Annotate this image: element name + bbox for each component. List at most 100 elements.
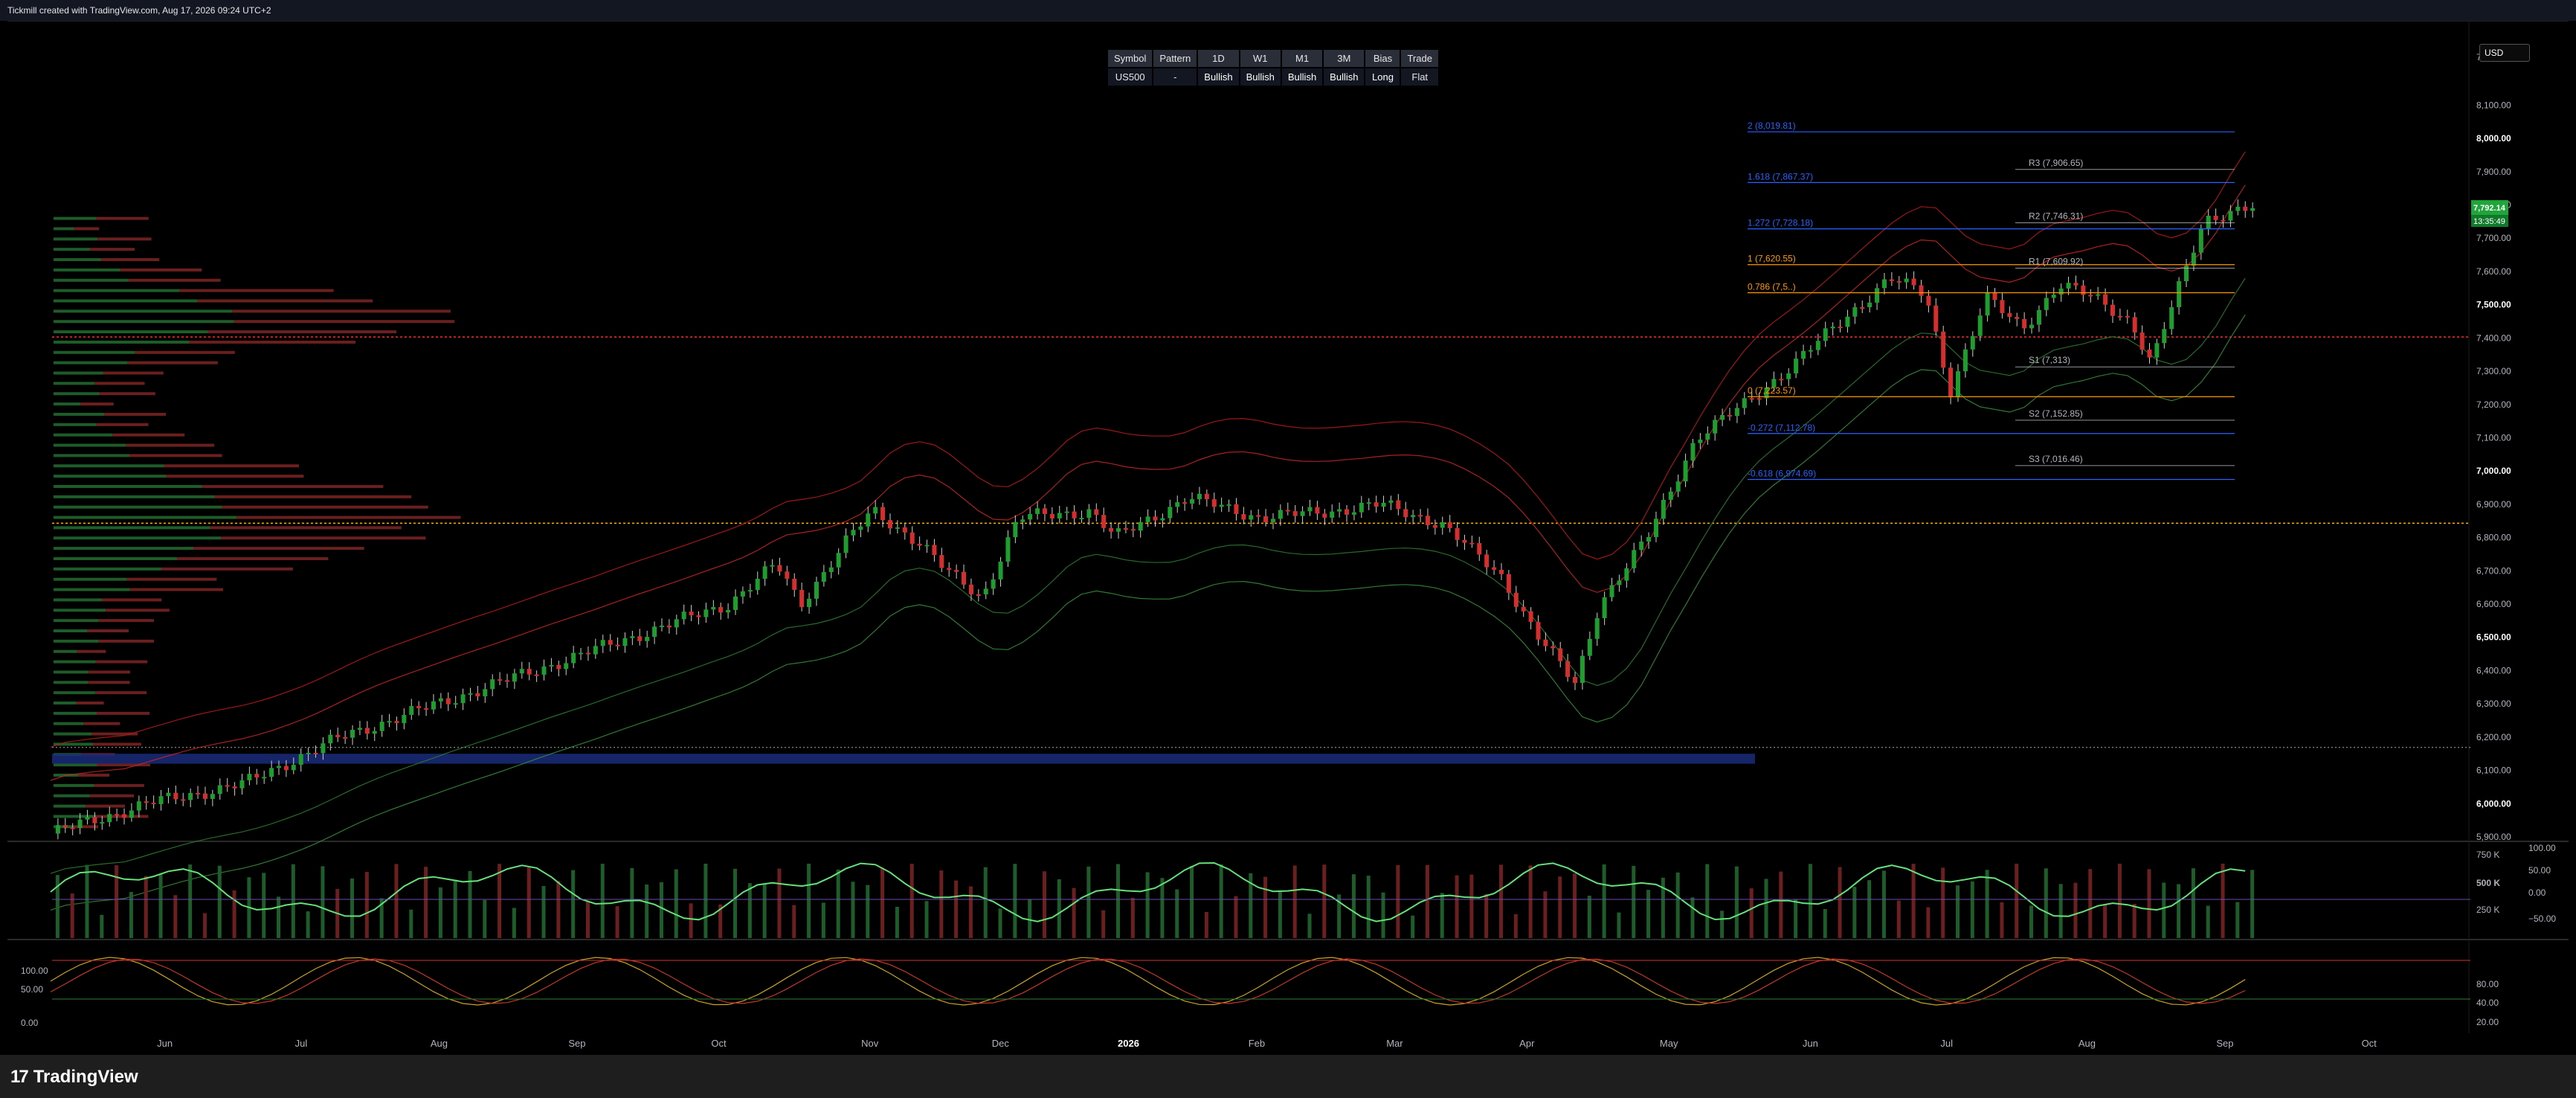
stoch-d-line: [50, 958, 2246, 1004]
volume-profile-bar-down: [103, 412, 167, 416]
candle-bull: [1690, 443, 1696, 461]
volume-bar: [202, 913, 207, 938]
volume-profile-bar-down: [93, 742, 141, 746]
volume-profile-bar-down: [236, 516, 461, 519]
candle-bear: [917, 543, 922, 546]
candle-bear: [1528, 611, 1533, 623]
tradingview-logo[interactable]: 17 TradingView: [10, 1067, 138, 1088]
price-axis-tick: 7,600.00: [2476, 266, 2511, 277]
candle-bull: [1086, 509, 1092, 518]
chart-frame[interactable]: 8,100.008,000.007,900.007,800.007,700.00…: [7, 21, 2569, 1056]
candle-bear: [1322, 513, 1327, 518]
volume-profile-bar-up: [54, 619, 99, 623]
stoch-left-tick: 0.00: [21, 1018, 39, 1028]
volume-profile-bar-down: [99, 392, 155, 396]
stoch-right-tick: 20.00: [2476, 1017, 2499, 1027]
candle-bull: [1168, 507, 1173, 518]
fib-level-label: 1.618 (7,867.37): [1748, 171, 1813, 182]
volume-bar: [2103, 904, 2108, 938]
candle-bear: [785, 571, 790, 579]
candle-bull: [1197, 493, 1202, 500]
volume-bar: [2058, 884, 2063, 938]
candle-bear: [968, 584, 973, 594]
volume-bar: [217, 865, 222, 938]
volume-bar: [1675, 872, 1680, 938]
volume-bar: [1632, 865, 1636, 938]
candle-bear: [498, 679, 503, 681]
price-axis-tick: 8,100.00: [2476, 100, 2511, 110]
candle-bull: [298, 754, 303, 765]
volume-bar: [321, 866, 325, 938]
volume-bar: [1602, 864, 1606, 938]
volume-bar: [527, 867, 531, 938]
pivot-label: S3 (7,016.46): [2029, 454, 2083, 464]
volume-profile-bar-up: [54, 268, 120, 272]
volume-bar: [571, 870, 576, 938]
volume-profile-bar-up: [54, 536, 222, 540]
candle-bull: [1970, 336, 1975, 350]
candle-bear: [70, 827, 75, 829]
volume-profile-bar-down: [189, 340, 355, 344]
signal-header-m1: M1: [1281, 50, 1323, 67]
candle-bear: [62, 825, 68, 828]
volume-bar: [2044, 868, 2048, 938]
volume-bar: [2073, 882, 2078, 938]
volume-bar: [2000, 902, 2004, 938]
volume-profile-bar-up: [54, 299, 198, 303]
chart-canvas[interactable]: 8,100.008,000.007,900.007,800.007,700.00…: [7, 22, 2569, 1056]
volume-bar: [998, 908, 1002, 938]
candle-bear: [1285, 510, 1290, 512]
currency-selector[interactable]: USD: [2479, 44, 2530, 62]
candle-bull: [1079, 518, 1084, 520]
time-axis-label: Aug: [431, 1038, 448, 1049]
price-axis-tick: 6,000.00: [2476, 798, 2511, 809]
candle-bull: [129, 810, 134, 818]
volume-panel-right-tick: 0.00: [2528, 887, 2546, 898]
candle-bull: [1830, 327, 1835, 329]
candle-bull: [821, 572, 826, 582]
candle-bear: [2103, 294, 2108, 305]
volume-bar: [2235, 902, 2240, 938]
time-axis-label: 2026: [1118, 1038, 1139, 1049]
volume-bar: [674, 869, 678, 938]
lower-band-outer: [50, 314, 2246, 911]
signal-pattern: -: [1153, 68, 1197, 86]
volume-profile-bar-down: [161, 567, 293, 571]
volume-profile-bar-down: [95, 691, 147, 695]
candle-bear: [1749, 398, 1754, 400]
volume-bar: [792, 905, 796, 938]
price-axis-tick: 7,500.00: [2476, 300, 2511, 310]
candle-bear: [1418, 515, 1423, 517]
candle-bull: [321, 743, 326, 754]
volume-bar: [556, 881, 561, 938]
volume-bar: [129, 891, 133, 938]
volume-bar: [924, 901, 929, 938]
volume-bar: [600, 864, 605, 938]
volume-profile-bar-up: [54, 216, 97, 220]
candle-bull: [490, 679, 495, 690]
candle-bull: [1388, 500, 1394, 503]
volume-bar: [703, 864, 708, 938]
volume-profile-bar-up: [54, 702, 77, 705]
volume-profile-bar-up: [54, 567, 161, 571]
candle-bull: [843, 535, 849, 553]
volume-profile-bar-down: [96, 423, 149, 426]
signal-header-symbol: Symbol: [1108, 50, 1153, 67]
signal-header-pattern: Pattern: [1153, 50, 1197, 67]
candle-bull: [549, 664, 554, 667]
candle-bull: [483, 689, 488, 697]
volume-profile-bar-up: [54, 371, 103, 375]
candle-bear: [1948, 367, 1954, 397]
volume-profile-bar-up: [54, 361, 128, 365]
candle-bear: [1492, 567, 1497, 570]
candle-bear: [173, 792, 178, 800]
signal-m1: Bullish: [1281, 68, 1323, 86]
volume-profile-bar-down: [221, 536, 426, 540]
price-axis-tick: 6,200.00: [2476, 732, 2511, 742]
candle-bear: [1941, 331, 1946, 368]
volume-bar: [1970, 881, 1974, 938]
candle-bear: [1403, 509, 1408, 518]
candle-bull: [239, 780, 245, 789]
candle-bull: [1904, 278, 1909, 283]
candle-bear: [1182, 502, 1188, 504]
